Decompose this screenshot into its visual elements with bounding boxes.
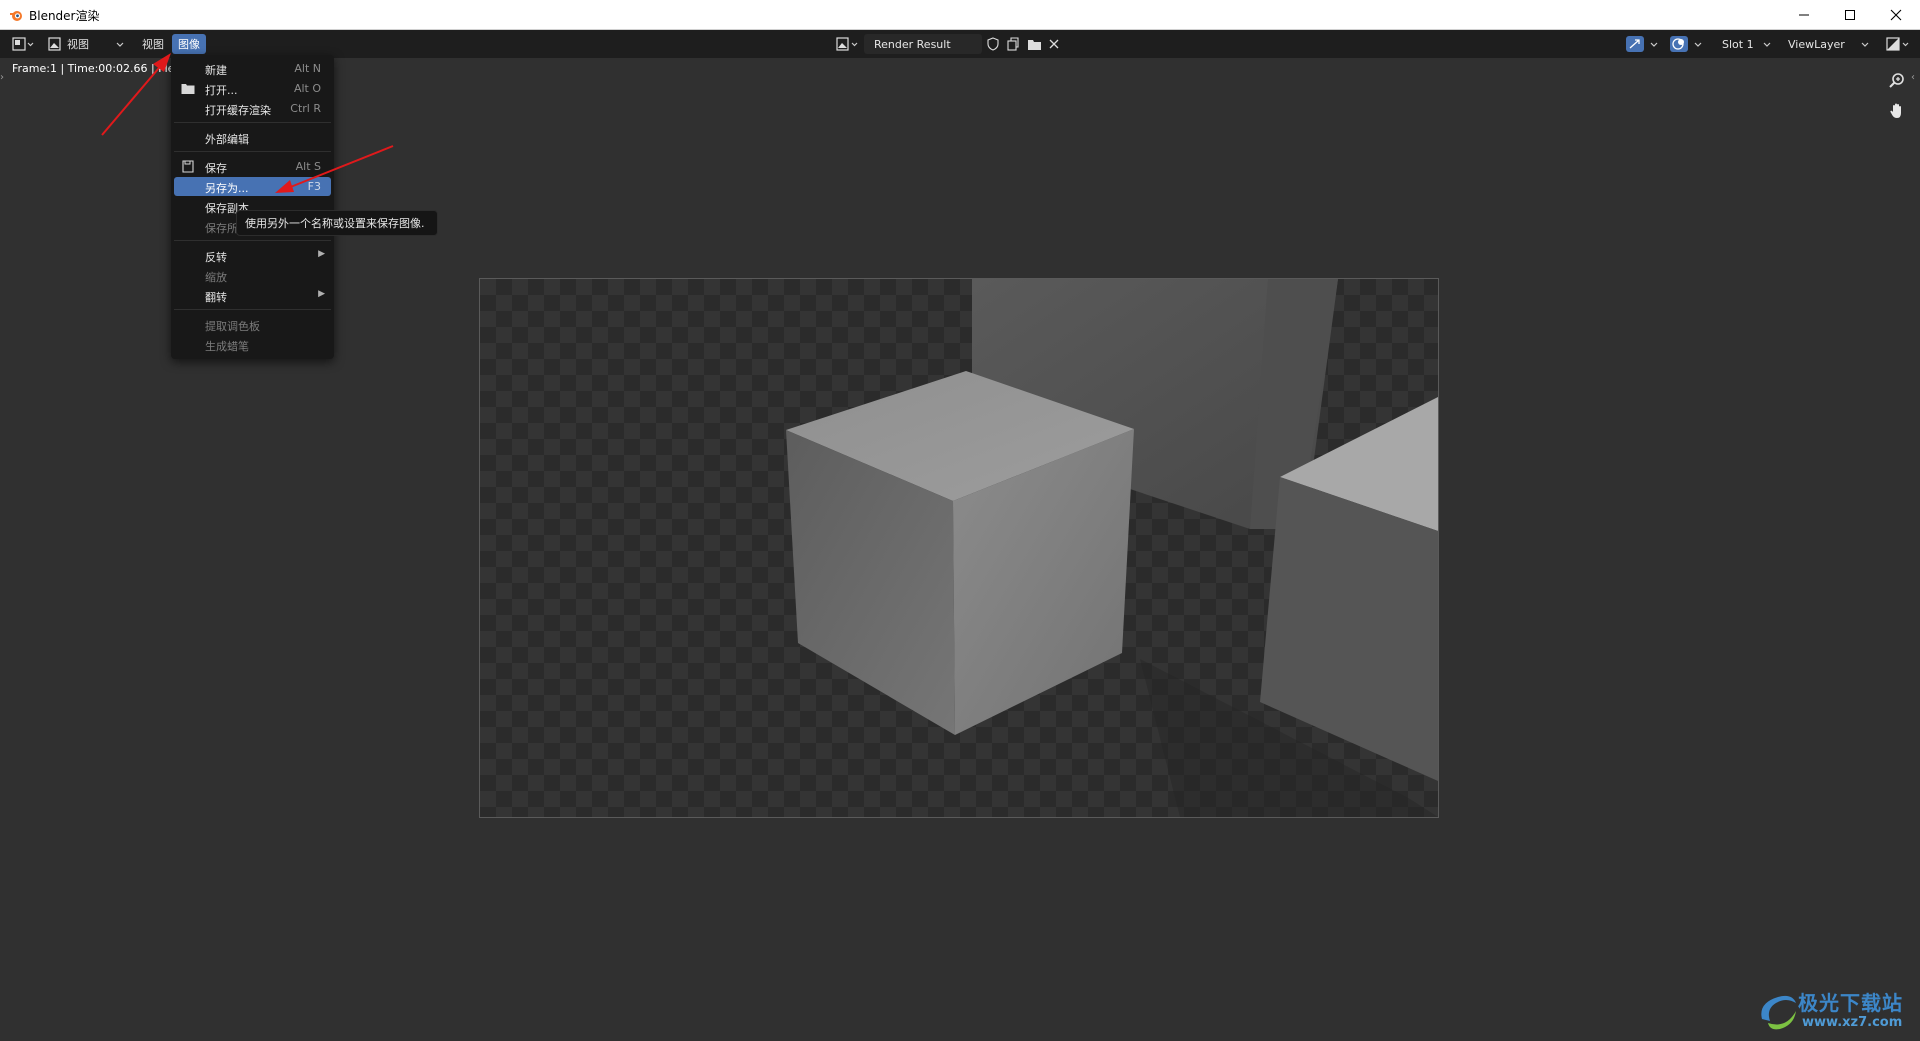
watermark-logo-icon — [1761, 995, 1796, 1030]
annotation-arrow-icon — [101, 53, 171, 136]
site-watermark: 极光下载站 www.xz7.com — [1756, 985, 1916, 1037]
watermark-url: www.xz7.com — [1802, 1015, 1903, 1030]
annotation-arrow-icon — [275, 145, 394, 193]
annotation-arrows — [101, 53, 394, 193]
watermark-text: 极光下载站 — [1798, 991, 1903, 1015]
